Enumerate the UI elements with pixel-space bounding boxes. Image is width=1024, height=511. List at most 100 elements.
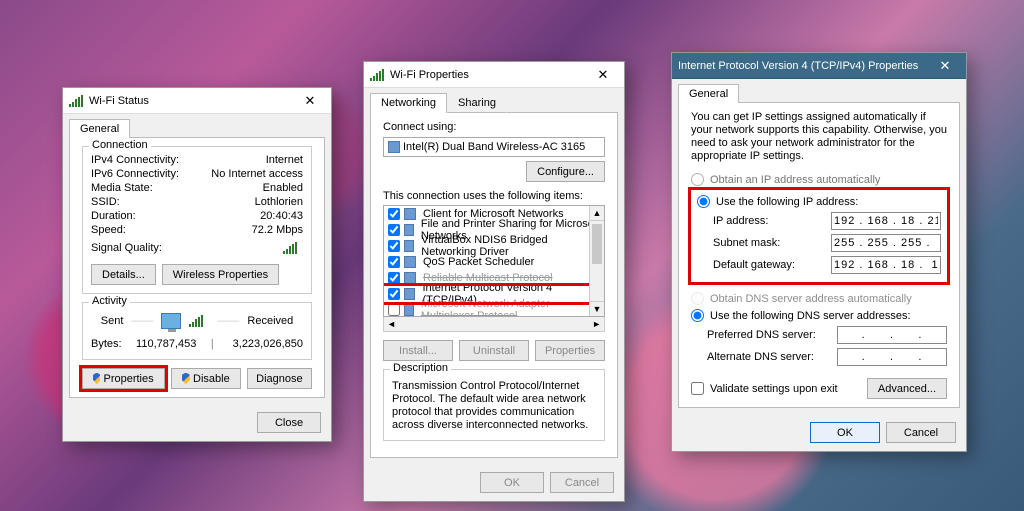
window-title: Internet Protocol Version 4 (TCP/IPv4) P… xyxy=(678,60,918,72)
window-title: Wi-Fi Properties xyxy=(390,69,469,81)
radio-label: Obtain an IP address automatically xyxy=(710,174,880,186)
wifi-status-footer: Close xyxy=(63,404,331,441)
horizontal-scrollbar[interactable]: ◄► xyxy=(383,317,605,332)
ipv4-label: IPv4 Connectivity: xyxy=(91,154,179,166)
item-checkbox[interactable] xyxy=(388,208,400,220)
radio-use-following-ip[interactable]: Use the following IP address: xyxy=(697,193,941,210)
connection-legend: Connection xyxy=(89,139,151,151)
vertical-scrollbar[interactable]: ▲ ▼ xyxy=(589,206,604,316)
ip-settings-highlight: Use the following IP address: IP address… xyxy=(691,190,947,282)
uninstall-button[interactable]: Uninstall xyxy=(459,340,529,361)
tabstrip: Networking Sharing xyxy=(370,92,618,113)
install-button[interactable]: Install... xyxy=(383,340,453,361)
diagnose-button[interactable]: Diagnose xyxy=(247,368,312,389)
media-state-label: Media State: xyxy=(91,182,153,194)
radio-use-following-dns[interactable]: Use the following DNS server addresses: xyxy=(691,307,947,324)
close-icon[interactable]: ✕ xyxy=(588,65,618,85)
configure-button[interactable]: Configure... xyxy=(526,161,605,182)
wifi-icon xyxy=(370,69,384,81)
radio-input xyxy=(691,292,704,305)
close-button[interactable]: Close xyxy=(257,412,321,433)
activity-legend: Activity xyxy=(89,295,130,307)
window-title: Wi-Fi Status xyxy=(89,95,149,107)
item-properties-button[interactable]: Properties xyxy=(535,340,605,361)
intro-text: You can get IP settings assigned automat… xyxy=(691,111,947,163)
wifi-status-content: Connection IPv4 Connectivity:Internet IP… xyxy=(69,138,325,398)
alternate-dns-label: Alternate DNS server: xyxy=(691,351,814,363)
signal-quality-label: Signal Quality: xyxy=(91,242,162,257)
bytes-sent-value: 110,787,453 xyxy=(122,338,211,350)
adapter-field: Intel(R) Dual Band Wireless-AC 3165 xyxy=(383,137,605,157)
radio-input[interactable] xyxy=(697,195,710,208)
connect-using-label: Connect using: xyxy=(383,121,605,133)
description-group: Description Transmission Control Protoco… xyxy=(383,369,605,441)
radio-label: Use the following DNS server addresses: xyxy=(710,310,911,322)
close-icon[interactable]: ✕ xyxy=(930,56,960,76)
details-button[interactable]: Details... xyxy=(91,264,156,285)
wifi-status-titlebar[interactable]: Wi-Fi Status ✕ xyxy=(63,88,331,114)
disable-button[interactable]: Disable xyxy=(171,368,241,389)
connection-group: Connection IPv4 Connectivity:Internet IP… xyxy=(82,146,312,294)
component-icon xyxy=(404,256,416,268)
scroll-down-icon[interactable]: ▼ xyxy=(590,301,604,316)
ip-address-input[interactable] xyxy=(831,212,941,230)
received-label: Received xyxy=(247,315,293,327)
scroll-right-icon[interactable]: ► xyxy=(592,319,601,329)
tab-general[interactable]: General xyxy=(678,84,739,103)
list-item: VirtualBox NDIS6 Bridged Networking Driv… xyxy=(384,238,604,254)
alternate-dns-input[interactable] xyxy=(837,348,947,366)
ipv6-value: No Internet access xyxy=(211,168,303,180)
ok-button[interactable]: OK xyxy=(810,422,880,443)
wifi-properties-titlebar[interactable]: Wi-Fi Properties ✕ xyxy=(364,62,624,88)
item-checkbox[interactable] xyxy=(388,288,400,300)
tabstrip: General xyxy=(69,118,325,138)
properties-button[interactable]: Properties xyxy=(82,368,165,389)
default-gateway-input[interactable] xyxy=(831,256,941,274)
cancel-button[interactable]: Cancel xyxy=(886,422,956,443)
item-checkbox[interactable] xyxy=(388,304,400,316)
item-label: Microsoft Network Adapter Multiplexor Pr… xyxy=(421,298,600,317)
component-icon xyxy=(404,288,415,300)
subnet-mask-input[interactable] xyxy=(831,234,941,252)
validate-label: Validate settings upon exit xyxy=(710,383,838,395)
network-items-list[interactable]: Client for Microsoft Networks File and P… xyxy=(383,205,605,317)
scroll-thumb[interactable] xyxy=(592,224,602,264)
tab-general[interactable]: General xyxy=(69,119,130,138)
validate-checkbox[interactable] xyxy=(691,382,704,395)
item-checkbox[interactable] xyxy=(388,224,400,236)
radio-obtain-dns-auto: Obtain DNS server address automatically xyxy=(691,290,947,307)
adapter-name: Intel(R) Dual Band Wireless-AC 3165 xyxy=(403,141,585,153)
ipv4-titlebar[interactable]: Internet Protocol Version 4 (TCP/IPv4) P… xyxy=(672,53,966,79)
component-icon xyxy=(404,224,414,236)
advanced-button[interactable]: Advanced... xyxy=(867,378,947,399)
radio-obtain-ip-auto[interactable]: Obtain an IP address automatically xyxy=(691,171,947,188)
cancel-button[interactable]: Cancel xyxy=(550,472,614,493)
radio-input[interactable] xyxy=(691,173,704,186)
description-text: Transmission Control Protocol/Internet P… xyxy=(392,376,596,432)
wifi-status-window: Wi-Fi Status ✕ General Connection IPv4 C… xyxy=(62,87,332,442)
tab-sharing[interactable]: Sharing xyxy=(447,93,507,113)
shield-icon xyxy=(182,373,190,385)
scroll-up-icon[interactable]: ▲ xyxy=(590,206,604,221)
tab-networking[interactable]: Networking xyxy=(370,93,447,113)
item-checkbox[interactable] xyxy=(388,240,400,252)
scroll-left-icon[interactable]: ◄ xyxy=(387,319,396,329)
item-label: QoS Packet Scheduler xyxy=(423,256,534,268)
close-icon[interactable]: ✕ xyxy=(295,91,325,111)
sent-label: Sent xyxy=(101,315,124,327)
monitor-icon xyxy=(161,313,181,329)
preferred-dns-input[interactable] xyxy=(837,326,947,344)
wireless-properties-button[interactable]: Wireless Properties xyxy=(162,264,279,285)
preferred-dns-label: Preferred DNS server: xyxy=(691,329,816,341)
component-icon xyxy=(404,272,416,284)
speed-value: 72.2 Mbps xyxy=(252,224,303,236)
radio-input[interactable] xyxy=(691,309,704,322)
list-item: Microsoft Network Adapter Multiplexor Pr… xyxy=(384,302,604,317)
item-checkbox[interactable] xyxy=(388,272,400,284)
radio-label: Use the following IP address: xyxy=(716,196,858,208)
speed-label: Speed: xyxy=(91,224,126,236)
component-icon xyxy=(404,240,414,252)
validate-checkbox-row[interactable]: Validate settings upon exit xyxy=(691,380,838,397)
item-checkbox[interactable] xyxy=(388,256,400,268)
ok-button[interactable]: OK xyxy=(480,472,544,493)
